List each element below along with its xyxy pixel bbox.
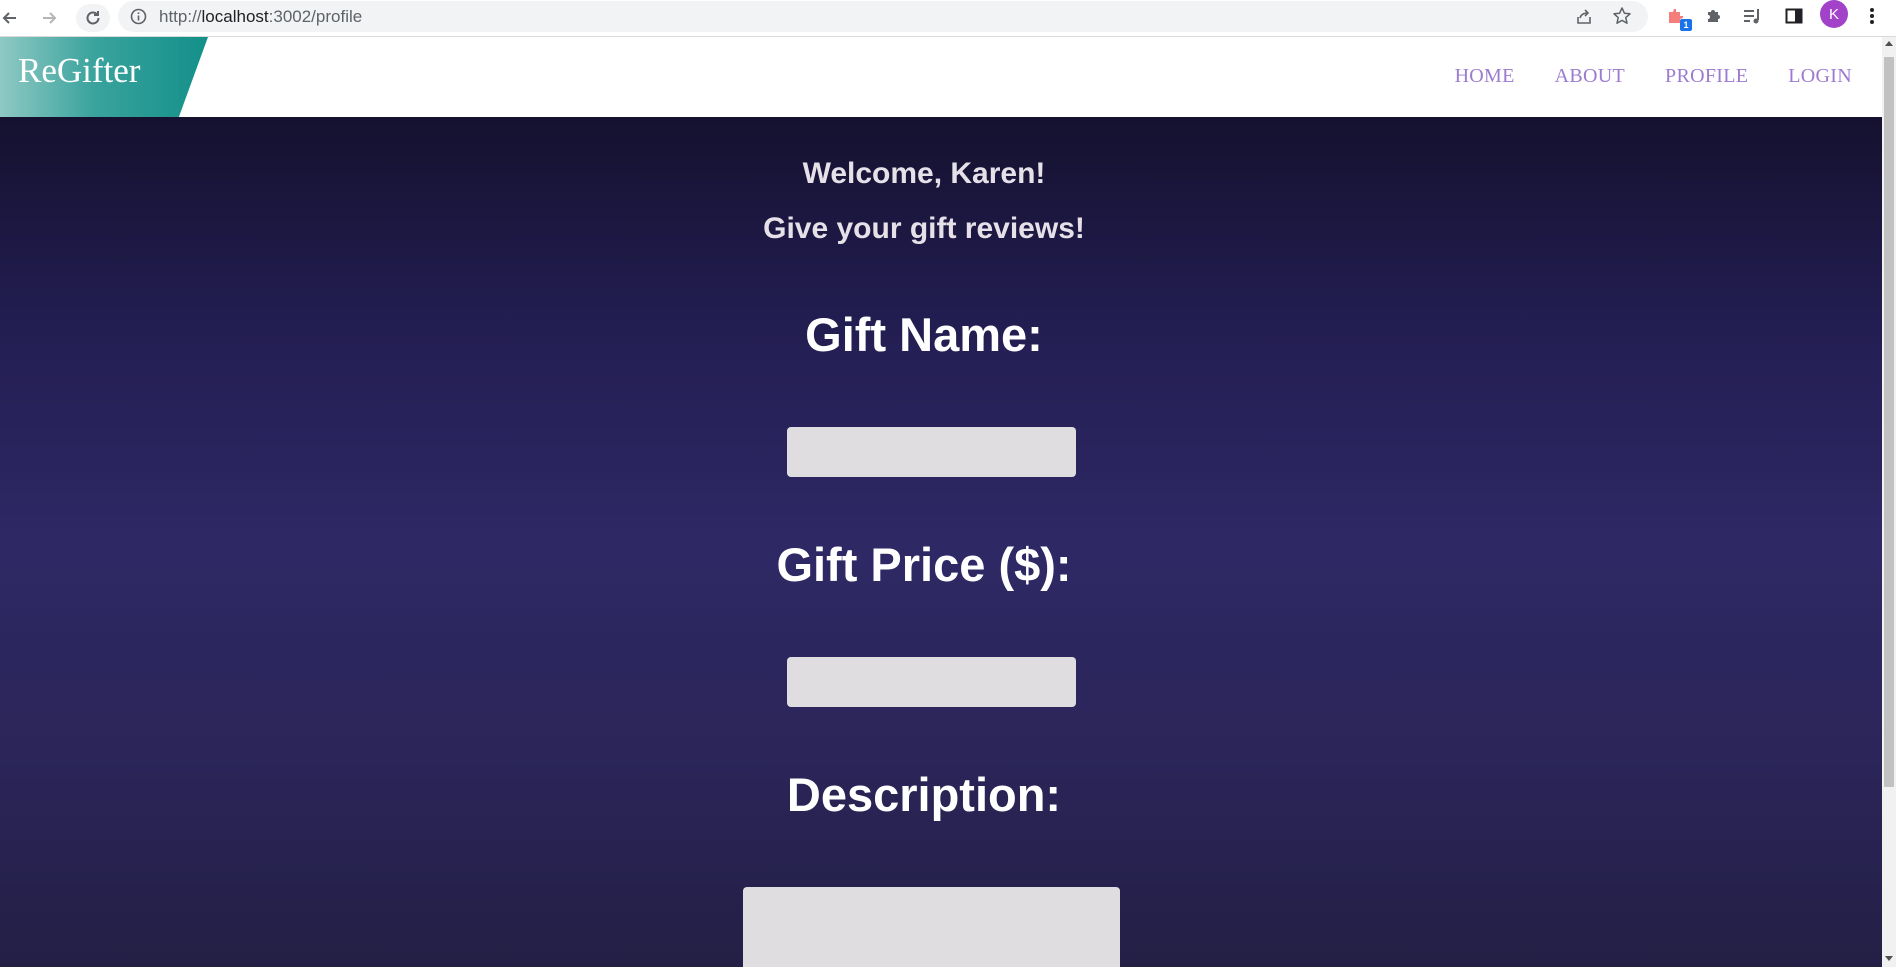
side-panel-icon xyxy=(1785,8,1803,24)
gift-name-label: Gift Name: xyxy=(805,308,1043,361)
media-control-button[interactable] xyxy=(1740,4,1764,28)
arrow-left-icon xyxy=(2,12,16,24)
puzzle-icon xyxy=(1708,10,1720,22)
reload-button[interactable] xyxy=(76,4,110,32)
reload-icon xyxy=(86,11,100,25)
site-header: ReGifter HOME ABOUT PROFILE LOGIN xyxy=(0,37,1882,117)
profile-avatar[interactable]: K xyxy=(1820,0,1848,28)
description-textarea[interactable] xyxy=(743,887,1120,967)
main-nav: HOME ABOUT PROFILE LOGIN xyxy=(1455,65,1852,88)
side-panel-button[interactable] xyxy=(1782,4,1806,28)
browser-toolbar: http://localhost:3002/profile 1 K xyxy=(0,0,1896,37)
brand-logo[interactable]: ReGifter xyxy=(0,37,208,117)
nav-home[interactable]: HOME xyxy=(1455,65,1515,88)
playlist-icon xyxy=(1744,9,1759,24)
share-icon[interactable] xyxy=(1574,7,1594,27)
url-text: http://localhost:3002/profile xyxy=(159,7,363,26)
page-viewport: ReGifter HOME ABOUT PROFILE LOGIN Welcom… xyxy=(0,37,1882,967)
scroll-down-arrow-icon[interactable] xyxy=(1885,956,1893,961)
back-button[interactable] xyxy=(0,4,24,32)
brand-name: ReGifter xyxy=(18,51,141,90)
kebab-menu-icon xyxy=(1870,8,1874,24)
page-scrollbar[interactable] xyxy=(1882,37,1896,967)
scroll-up-arrow-icon[interactable] xyxy=(1885,41,1893,46)
bookmark-star-icon[interactable] xyxy=(1612,6,1632,26)
arrow-right-icon xyxy=(43,12,57,24)
gift-price-input[interactable] xyxy=(787,657,1076,707)
welcome-heading: Welcome, Karen! xyxy=(802,157,1046,190)
scrollbar-thumb[interactable] xyxy=(1884,57,1894,787)
extension-button[interactable]: 1 xyxy=(1664,4,1692,31)
profile-main: Welcome, Karen! Give your gift reviews! … xyxy=(0,117,1882,967)
description-label: Description: xyxy=(786,768,1062,821)
nav-profile[interactable]: PROFILE xyxy=(1665,65,1748,88)
extension-badge: 1 xyxy=(1680,19,1692,31)
address-bar[interactable]: http://localhost:3002/profile xyxy=(118,1,1648,32)
extensions-menu-button[interactable] xyxy=(1702,4,1726,28)
forward-button[interactable] xyxy=(35,4,63,32)
browser-menu-button[interactable] xyxy=(1860,4,1884,28)
info-icon[interactable] xyxy=(130,8,147,25)
gift-name-input[interactable] xyxy=(787,427,1076,477)
nav-about[interactable]: ABOUT xyxy=(1555,65,1625,88)
subtitle-heading: Give your gift reviews! xyxy=(763,212,1085,245)
gift-price-label: Gift Price ($): xyxy=(776,538,1072,591)
nav-login[interactable]: LOGIN xyxy=(1788,65,1852,88)
